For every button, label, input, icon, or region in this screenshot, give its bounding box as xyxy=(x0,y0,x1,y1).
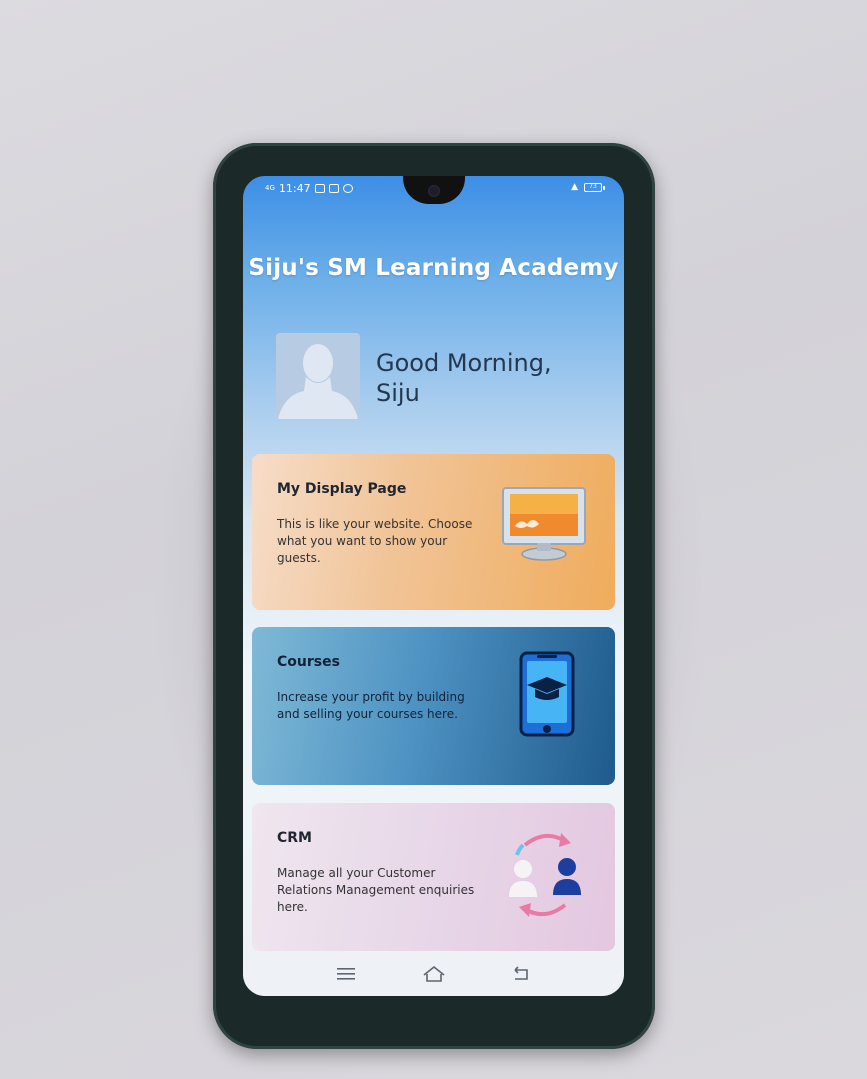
system-nav-bar xyxy=(243,952,624,996)
courses-description: Increase your profit by building and sel… xyxy=(277,690,465,721)
status-time: 11:47 xyxy=(278,182,311,195)
greeting-text: Good Morning, Siju xyxy=(376,348,552,408)
display-page-card[interactable]: My Display Page This is like your websit… xyxy=(252,454,615,610)
phone-graduation-cap-icon xyxy=(519,651,575,737)
courses-card[interactable]: Courses Increase your profit by building… xyxy=(252,627,615,785)
gallery-icon xyxy=(328,184,339,193)
menu-icon xyxy=(336,968,355,980)
home-icon xyxy=(423,965,444,982)
mail-icon xyxy=(314,184,325,193)
monitor-icon xyxy=(502,487,586,561)
home-button[interactable] xyxy=(419,959,449,989)
camera-notch xyxy=(403,176,465,204)
status-right: ▲ 73 xyxy=(571,182,605,192)
app-title: Siju's SM Learning Academy xyxy=(248,255,619,281)
network-indicator: 4G xyxy=(265,184,275,192)
users-exchange-icon xyxy=(509,833,581,917)
status-left: 4G 11:47 xyxy=(265,182,353,195)
whatsapp-icon xyxy=(342,184,353,193)
front-camera xyxy=(428,185,440,197)
phone-screen: 4G 11:47 ▲ 73 Siju's SM Learning Academy… xyxy=(243,176,624,996)
greeting-user-name: Siju xyxy=(376,379,420,407)
crm-description: Manage all your Customer Relations Manag… xyxy=(277,866,475,914)
display-page-title: My Display Page xyxy=(277,481,407,497)
display-page-description: This is like your website. Choose what y… xyxy=(277,517,473,565)
battery-level: 73 xyxy=(589,182,597,190)
greeting-line-1: Good Morning, xyxy=(376,349,552,377)
back-button[interactable] xyxy=(506,959,536,989)
crm-title: CRM xyxy=(277,830,312,846)
menu-button[interactable] xyxy=(332,959,362,989)
user-silhouette-icon xyxy=(276,333,360,419)
back-icon xyxy=(513,966,528,980)
wifi-icon: ▲ xyxy=(571,182,578,192)
courses-title: Courses xyxy=(277,654,340,670)
crm-card[interactable]: CRM Manage all your Customer Relations M… xyxy=(252,803,615,951)
avatar[interactable] xyxy=(276,333,360,419)
battery-icon: 73 xyxy=(584,182,605,192)
